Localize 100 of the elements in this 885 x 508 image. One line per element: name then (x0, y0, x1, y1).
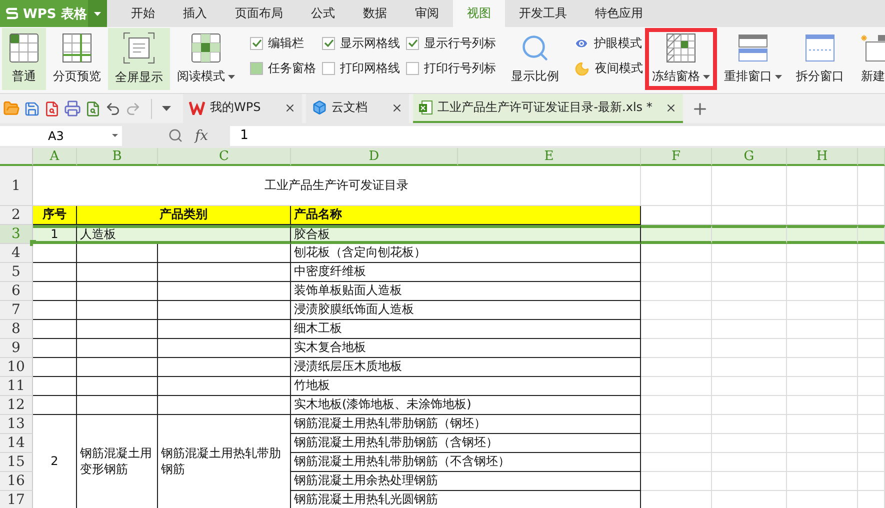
app-name: WPS 表格 (23, 6, 87, 22)
save-icon[interactable] (24, 100, 40, 116)
open-folder-icon[interactable] (3, 100, 20, 117)
row-header[interactable]: 9 (0, 339, 33, 358)
checkbox-label: 显示网格线 (340, 35, 400, 52)
table-cell: 钢筋混凝土用热轧带肋钢筋 (158, 415, 291, 508)
document-tab[interactable]: 云文档 (306, 94, 409, 123)
view-mode-button[interactable]: 分页预览 (46, 28, 108, 90)
window-button[interactable]: 拆分窗口 (789, 28, 851, 90)
print-icon[interactable] (64, 100, 81, 117)
document-tab[interactable]: 工业产品生产许可证发证目录-最新.xls * (412, 94, 684, 123)
mode-button[interactable]: 护眼模式 (574, 35, 643, 52)
select-all-corner[interactable] (0, 148, 33, 166)
row-header[interactable]: 11 (0, 377, 33, 396)
undo-icon[interactable] (105, 100, 121, 116)
row-header[interactable]: 17 (0, 491, 33, 508)
window-button[interactable]: 冻结窗格 (645, 28, 717, 90)
menu-tab[interactable]: 公式 (297, 0, 349, 27)
stacked-windows-icon (738, 33, 768, 63)
row-header[interactable]: 15 (0, 453, 33, 472)
caret-icon[interactable] (162, 106, 171, 111)
table-cell: 浸渍纸层压木质地板 (291, 358, 641, 377)
checkbox-label: 显示行号列标 (424, 35, 496, 52)
name-box[interactable]: A3 (0, 126, 122, 146)
document-tab[interactable]: 我的WPS (183, 94, 302, 123)
menu-tab[interactable]: 开始 (117, 0, 169, 27)
row-header[interactable]: 13 (0, 415, 33, 434)
close-icon[interactable] (665, 102, 678, 114)
moon-icon (574, 60, 590, 76)
table-cell: 钢筋混凝土用热轧光圆钢筋 (291, 491, 641, 508)
sheet-title: 工业产品生产许可发证目录 (33, 166, 641, 206)
close-icon[interactable] (284, 102, 296, 114)
menu-tab[interactable]: 视图 (453, 0, 505, 27)
table-cell: 钢筋混凝土用热轧带肋钢筋（含钢坯） (291, 434, 641, 453)
checkbox[interactable] (406, 37, 419, 50)
row-header[interactable]: 10 (0, 358, 33, 377)
checkbox-label: 打印行号列标 (424, 60, 496, 77)
table-cell: 钢筋混凝土用热轧带肋钢筋（不含钢坯） (291, 453, 641, 472)
checkbox[interactable] (322, 62, 335, 75)
zoom-button[interactable]: 显示比例 (504, 28, 566, 90)
w-logo-icon (189, 100, 205, 114)
column-header[interactable] (858, 148, 885, 166)
table-cell: 钢筋混凝土用热轧带肋钢筋（钢坯） (291, 415, 641, 434)
freeze-grid-icon (666, 33, 696, 63)
table-cell: 中密度纤维板 (291, 263, 641, 282)
menu-tab[interactable]: 审阅 (401, 0, 453, 27)
row-header[interactable]: 14 (0, 434, 33, 453)
row-header[interactable]: 2 (0, 206, 33, 225)
app-menu-button[interactable] (88, 0, 107, 27)
menu-tab[interactable]: 特色应用 (581, 0, 657, 27)
checkbox[interactable] (250, 62, 263, 75)
row-header[interactable]: 12 (0, 396, 33, 415)
s-logo-icon (6, 6, 18, 20)
view-mode-button[interactable]: 阅读模式 (170, 28, 242, 90)
menu-tab[interactable]: 插入 (169, 0, 221, 27)
insert-function-button[interactable]: fx (195, 128, 208, 144)
row-header[interactable]: 5 (0, 263, 33, 282)
document-icon[interactable] (44, 100, 60, 116)
table-cell: 人造板 (77, 225, 291, 244)
row-header[interactable]: 4 (0, 244, 33, 263)
menu-tab[interactable]: 开发工具 (505, 0, 581, 27)
checkbox[interactable] (322, 37, 335, 50)
row-header[interactable]: 6 (0, 282, 33, 301)
table-cell: 实木复合地板 (291, 339, 641, 358)
checkbox[interactable] (250, 37, 263, 50)
table-cell: 胶合板 (291, 225, 641, 244)
table-cell: 浸渍胶膜纸饰面人造板 (291, 301, 641, 320)
table-cell: 钢筋混凝土用变形钢筋 (77, 415, 158, 508)
view-mode-button[interactable]: 全屏显示 (108, 28, 170, 90)
fullscreen-icon (123, 32, 155, 64)
formula-field[interactable]: 1 (230, 126, 885, 146)
table-cell: 刨花板（含定向刨花板） (291, 244, 641, 263)
checkbox-label: 任务窗格 (268, 60, 316, 77)
table-cell: 竹地板 (291, 377, 641, 396)
cube-icon (312, 100, 327, 115)
mode-button[interactable]: 夜间模式 (574, 60, 643, 77)
row-header[interactable]: 7 (0, 301, 33, 320)
close-icon[interactable] (390, 102, 403, 114)
row-header[interactable]: 1 (0, 166, 33, 206)
table-cell: 实木地板(漆饰地板、未涂饰地板) (291, 396, 641, 415)
table-cell: 装饰单板贴面人造板 (291, 282, 641, 301)
checkbox-label: 编辑栏 (268, 35, 304, 52)
caret-icon (94, 12, 101, 16)
row-header[interactable]: 16 (0, 472, 33, 491)
row-header[interactable]: 8 (0, 320, 33, 339)
view-mode-button[interactable]: 普通 (2, 28, 46, 90)
page-grid-icon (62, 33, 92, 63)
search-icon[interactable] (168, 128, 183, 143)
checkbox[interactable] (406, 62, 419, 75)
split-window-icon (805, 33, 835, 63)
window-button[interactable]: 重排窗口 (717, 28, 789, 90)
print-preview-icon[interactable] (85, 100, 101, 116)
menu-tab[interactable]: 数据 (349, 0, 401, 27)
menu-tab[interactable]: 页面布局 (221, 0, 297, 27)
grid-icon (191, 33, 221, 63)
window-button[interactable]: 新建 (851, 28, 885, 90)
table-cell: 细木工板 (291, 320, 641, 339)
table-cell: 钢筋混凝土用余热处理钢筋 (291, 472, 641, 491)
grid-icon (9, 33, 39, 63)
header-cell: 序号 (33, 206, 77, 225)
